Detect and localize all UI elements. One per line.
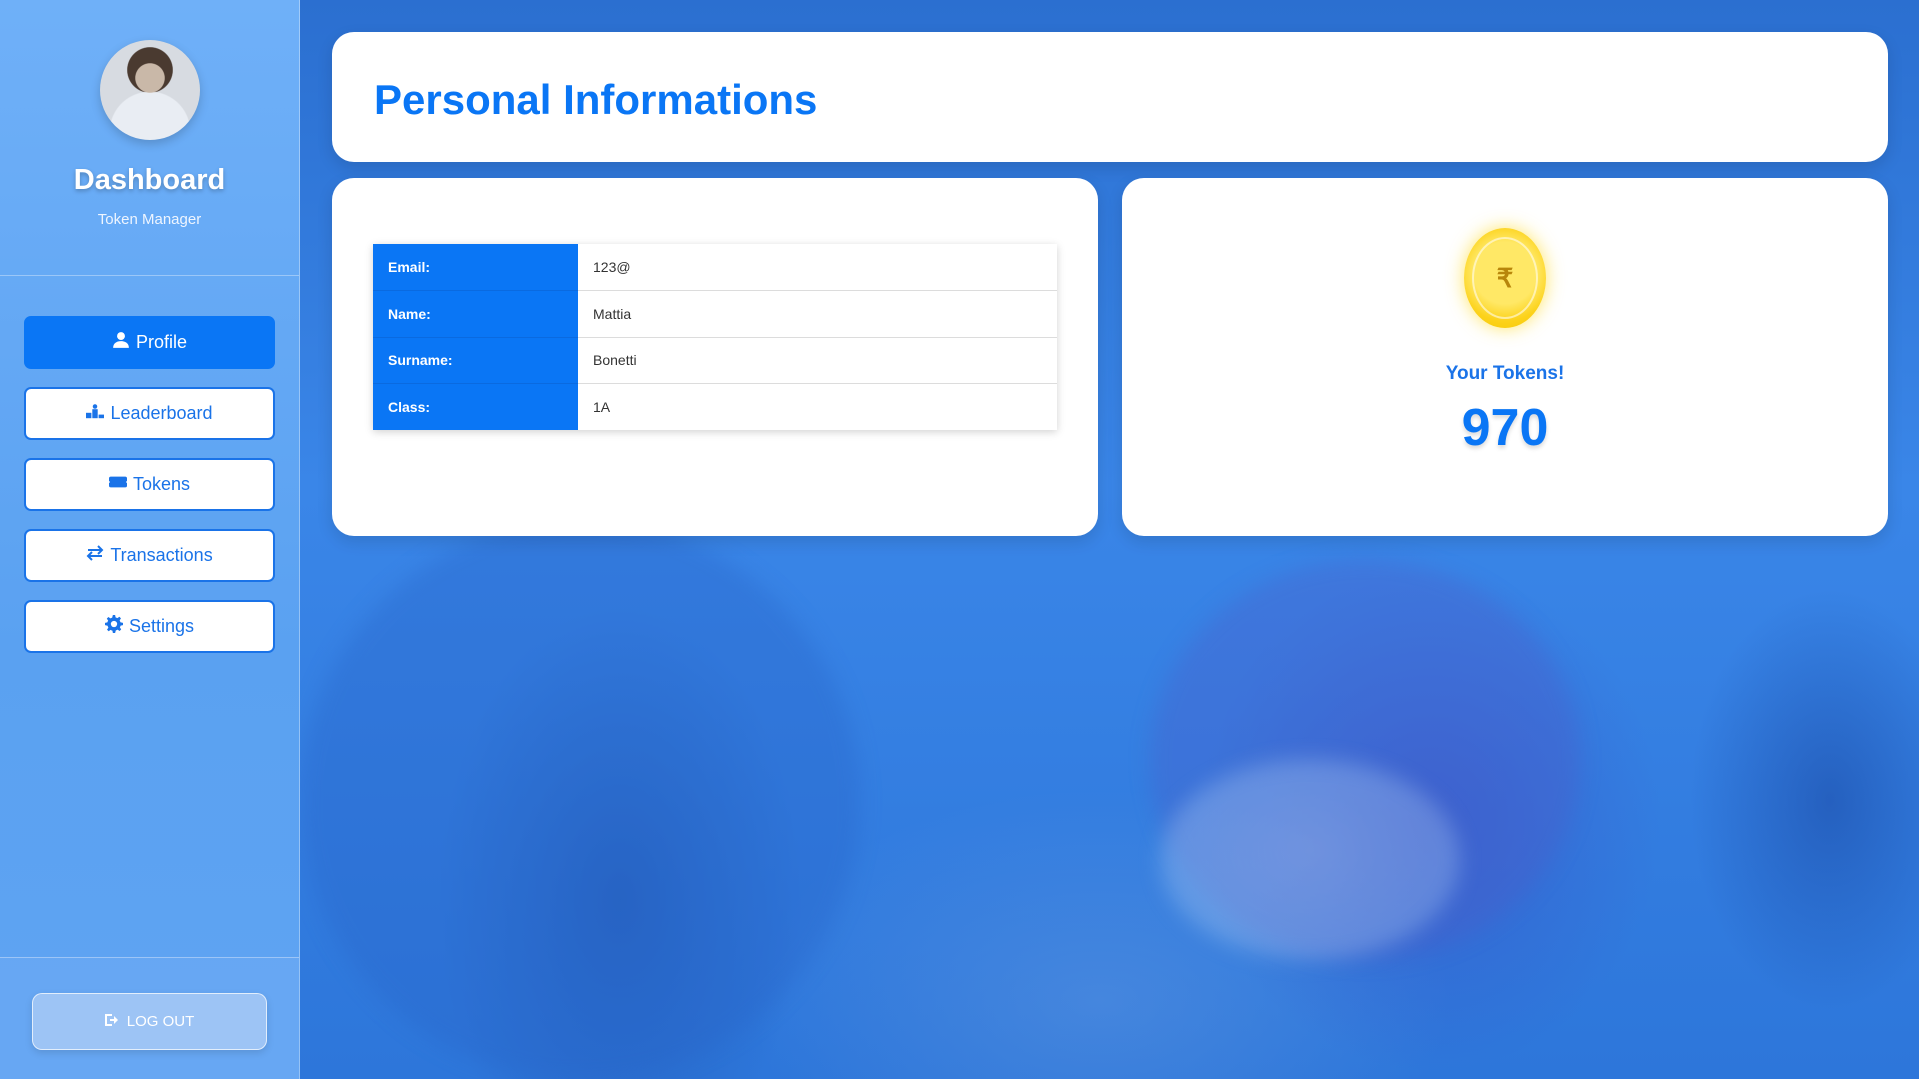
sidebar-item-settings[interactable]: Settings: [24, 600, 275, 653]
sidebar-footer: LOG OUT: [0, 957, 299, 1079]
email-value: 123@: [578, 244, 1057, 291]
table-row: Surname: Bonetti: [373, 337, 1057, 384]
avatar: [99, 40, 200, 140]
user-icon: [112, 331, 130, 354]
tokens-label: Your Tokens!: [1445, 363, 1565, 384]
sidebar-item-leaderboard[interactable]: Leaderboard: [24, 387, 275, 440]
sidebar-subtitle: Token Manager: [97, 211, 202, 228]
sidebar-header: Dashboard Token Manager: [0, 0, 299, 276]
sidebar-item-label: Tokens: [132, 474, 191, 494]
sidebar-item-transactions[interactable]: Transactions: [24, 529, 275, 582]
logout-button[interactable]: LOG OUT: [32, 993, 267, 1050]
class-value: 1A: [578, 383, 1057, 430]
sidebar-title: Dashboard: [73, 164, 226, 196]
tokens-value: 970: [1461, 399, 1549, 457]
table-row: Email: 123@: [373, 244, 1057, 291]
gear-icon: [104, 615, 123, 638]
coin-symbol: ₹: [1472, 237, 1538, 319]
sidebar-item-label: Leaderboard: [110, 403, 213, 423]
podium-icon: [86, 402, 105, 425]
sidebar-item-tokens[interactable]: Tokens: [24, 458, 275, 511]
sign-out-icon: [104, 1013, 121, 1031]
logout-label: LOG OUT: [126, 1013, 195, 1030]
page-title: Personal Informations: [374, 76, 818, 123]
personal-info-table: Email: 123@ Name: Mattia Surname: Bonett…: [373, 244, 1057, 430]
sidebar-item-label: Settings: [128, 616, 195, 636]
sidebar-item-label: Transactions: [110, 545, 213, 565]
name-label: Name:: [373, 290, 578, 338]
sidebar-nav: Profile Leaderboard Tokens Transactions …: [0, 276, 299, 653]
name-value: Mattia: [578, 290, 1057, 338]
surname-value: Bonetti: [578, 337, 1057, 384]
personal-info-card: Email: 123@ Name: Mattia Surname: Bonett…: [332, 178, 1098, 536]
email-label: Email:: [373, 244, 578, 291]
tokens-card: ₹ Your Tokens! 970: [1122, 178, 1888, 536]
sidebar: Dashboard Token Manager Profile Leaderbo…: [0, 0, 300, 1079]
sidebar-item-label: Profile: [135, 332, 188, 352]
class-label: Class:: [373, 383, 578, 430]
coin-icon: ₹: [1464, 228, 1546, 328]
header-card: Personal Informations: [332, 32, 1888, 162]
table-row: Class: 1A: [373, 383, 1057, 430]
sidebar-item-profile[interactable]: Profile: [24, 316, 275, 369]
arrows-exchange-icon: [86, 544, 104, 567]
surname-label: Surname:: [373, 337, 578, 384]
ticket-icon: [108, 473, 127, 496]
table-row: Name: Mattia: [373, 290, 1057, 338]
